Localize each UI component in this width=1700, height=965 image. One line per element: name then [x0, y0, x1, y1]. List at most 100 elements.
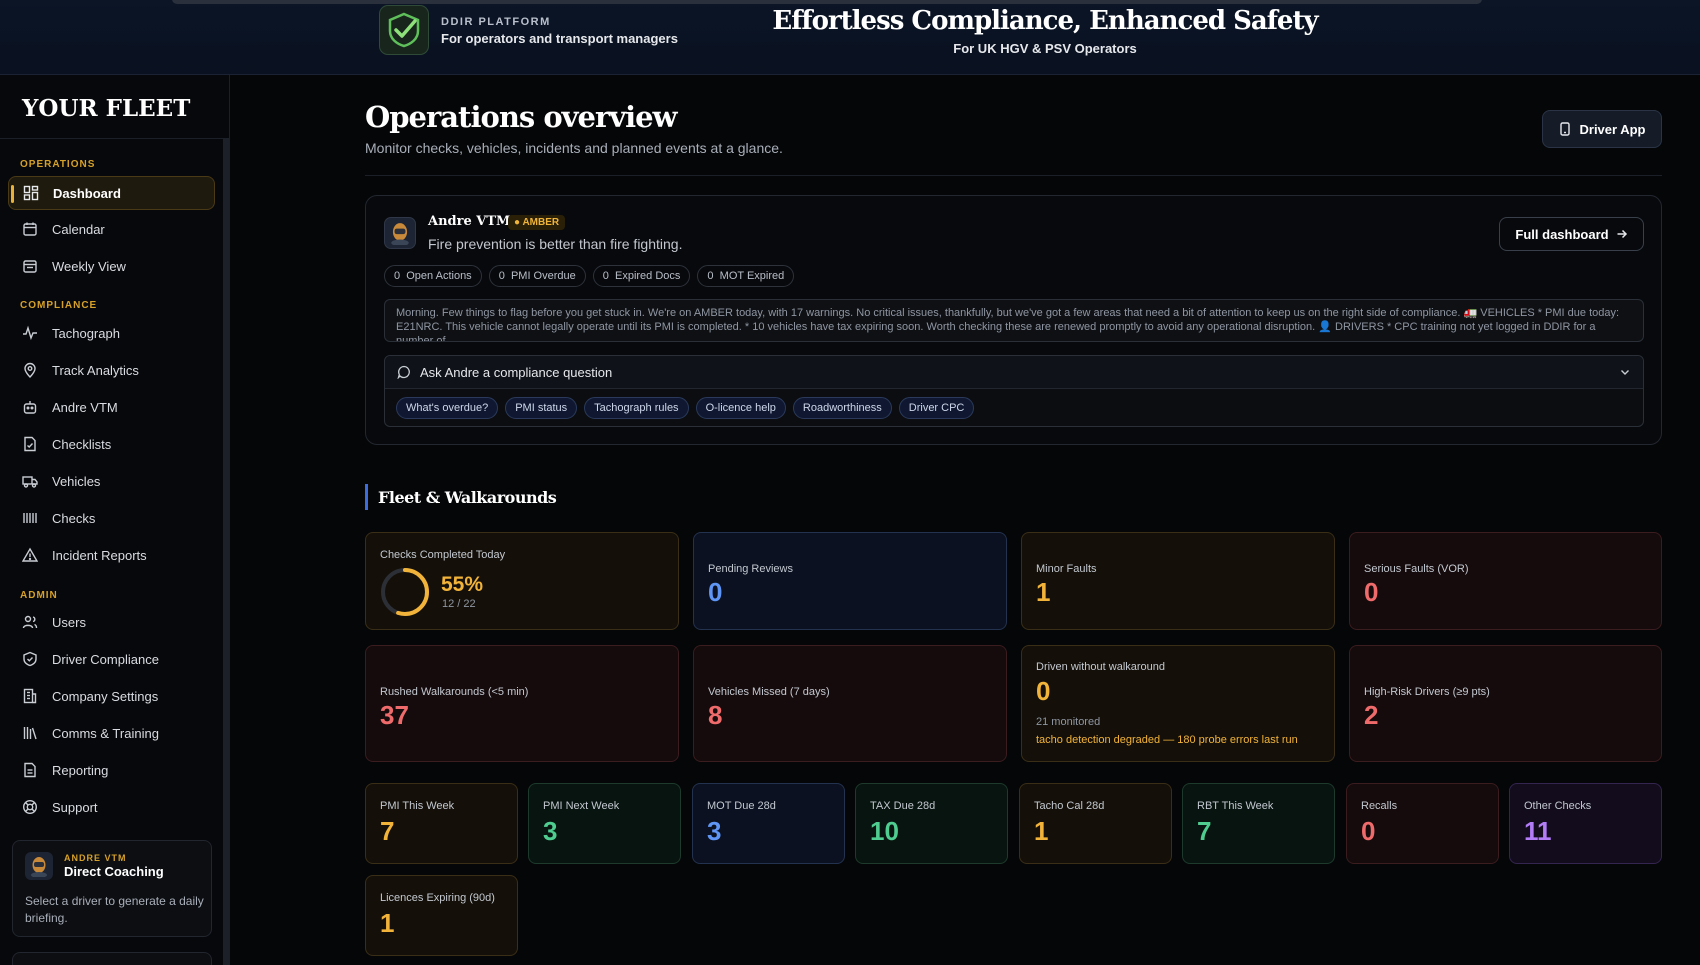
- sidebar-item-tachograph[interactable]: Tachograph: [8, 316, 215, 350]
- sidebar-item-weekly-view[interactable]: Weekly View: [8, 249, 215, 283]
- sidebar-item-company-settings[interactable]: Company Settings: [8, 679, 215, 713]
- section-label-admin: ADMIN: [20, 590, 58, 601]
- card-tax-due[interactable]: TAX Due 28d 10: [855, 783, 1008, 864]
- checks-progress-ring: [381, 568, 429, 616]
- chip-o-licence-help[interactable]: O-licence help: [695, 397, 786, 419]
- andre-avatar-icon: [25, 852, 53, 880]
- brand-kicker: DDIR PLATFORM: [441, 16, 551, 28]
- card-driven-without-walkaround[interactable]: Driven without walkaround 0 21 monitored…: [1021, 645, 1335, 762]
- sidebar-item-track-analytics[interactable]: Track Analytics: [8, 353, 215, 387]
- card-other-checks[interactable]: Other Checks 11: [1509, 783, 1662, 864]
- card-minor-faults[interactable]: Minor Faults 1: [1021, 532, 1335, 630]
- andre-avatar-icon: [384, 217, 416, 249]
- sidebar-item-vehicles[interactable]: Vehicles: [8, 464, 215, 498]
- sidebar-item-label: Company Settings: [52, 688, 159, 704]
- sidebar-item-label: Vehicles: [52, 473, 101, 489]
- chip-roadworthiness[interactable]: Roadworthiness: [792, 397, 892, 419]
- page-title: Operations overview: [365, 100, 678, 134]
- checks-percent: 55%: [441, 573, 484, 596]
- card-pmi-this-week[interactable]: PMI This Week 7: [365, 783, 518, 864]
- chip-driver-cpc[interactable]: Driver CPC: [898, 397, 975, 419]
- sidebar-item-checklists[interactable]: Checklists: [8, 427, 215, 461]
- card-label: PMI This Week: [380, 800, 455, 812]
- sidebar-item-checks[interactable]: Checks: [8, 501, 215, 535]
- sidebar-item-incident-reports[interactable]: Incident Reports: [8, 538, 215, 572]
- sidebar-item-users[interactable]: Users: [8, 605, 215, 639]
- sidebar-item-driver-compliance[interactable]: Driver Compliance: [8, 642, 215, 676]
- card-value: 3: [543, 816, 558, 846]
- stat-count: 0: [707, 270, 714, 282]
- section-label-operations: OPERATIONS: [20, 159, 96, 170]
- card-high-risk-drivers[interactable]: High-Risk Drivers (≥9 pts) 2: [1349, 645, 1662, 762]
- card-value: 1: [1034, 816, 1049, 846]
- chip-tachograph-rules[interactable]: Tachograph rules: [584, 397, 689, 419]
- card-tacho-cal[interactable]: Tacho Cal 28d 1: [1019, 783, 1172, 864]
- sidebar-divider: [0, 138, 229, 139]
- brand-subtitle: For operators and transport managers: [441, 31, 678, 46]
- card-label: Pending Reviews: [708, 563, 793, 575]
- stat-pill-pmi-overdue[interactable]: 0 PMI Overdue: [488, 265, 586, 287]
- arrow-right-icon: [1616, 228, 1628, 240]
- sidebar-item-reporting[interactable]: Reporting: [8, 753, 215, 787]
- stat-pill-open-actions[interactable]: 0 Open Actions: [384, 265, 482, 287]
- ask-andre-toggle[interactable]: Ask Andre a compliance question: [385, 356, 1643, 389]
- stat-label: Expired Docs: [615, 270, 681, 282]
- sidebar-footer[interactable]: [12, 952, 212, 965]
- sidebar-item-calendar[interactable]: Calendar: [8, 212, 215, 246]
- sidebar-item-dashboard[interactable]: Dashboard: [8, 176, 215, 210]
- suggestion-chips: What's overdue? PMI status Tachograph ru…: [396, 397, 975, 419]
- barcode-icon: [22, 510, 38, 526]
- card-licences-expiring[interactable]: Licences Expiring (90d) 1: [365, 875, 518, 956]
- card-value: 0: [1036, 676, 1051, 706]
- card-value: 0: [708, 577, 723, 607]
- shield-check-icon: [22, 651, 38, 667]
- andre-vtm-card: Andre VTM ● AMBER Fire prevention is bet…: [365, 195, 1662, 445]
- stat-pill-expired-docs[interactable]: 0 Expired Docs: [592, 265, 691, 287]
- card-rbt-this-week[interactable]: RBT This Week 7: [1182, 783, 1335, 864]
- card-rushed-walkarounds[interactable]: Rushed Walkarounds (<5 min) 37: [365, 645, 679, 762]
- sidebar-item-label: Checks: [52, 510, 96, 526]
- sidebar-scrollbar[interactable]: [223, 138, 229, 965]
- chat-bubble-icon: [397, 365, 411, 379]
- driver-app-button[interactable]: Driver App: [1542, 110, 1662, 148]
- sidebar-item-andre-vtm[interactable]: Andre VTM: [8, 390, 215, 424]
- card-value: 2: [1364, 700, 1379, 730]
- map-pin-icon: [22, 362, 38, 378]
- card-pmi-next-week[interactable]: PMI Next Week 3: [528, 783, 681, 864]
- card-serious-faults[interactable]: Serious Faults (VOR) 0: [1349, 532, 1662, 630]
- tacho-warning: tacho detection degraded — 180 probe err…: [1036, 734, 1298, 746]
- card-vehicles-missed[interactable]: Vehicles Missed (7 days) 8: [693, 645, 1007, 762]
- sidebar-item-label: Andre VTM: [52, 399, 118, 415]
- card-label: MOT Due 28d: [707, 800, 776, 812]
- andre-name: Andre VTM: [428, 214, 511, 229]
- full-dashboard-button[interactable]: Full dashboard: [1499, 217, 1644, 251]
- stat-pill-mot-expired[interactable]: 0 MOT Expired: [697, 265, 795, 287]
- sidebar-item-support[interactable]: Support: [8, 790, 215, 824]
- stat-label: MOT Expired: [719, 270, 785, 282]
- card-pending-reviews[interactable]: Pending Reviews 0: [693, 532, 1007, 630]
- checklist-icon: [22, 436, 38, 452]
- direct-coaching-card[interactable]: ANDRE VTM Direct Coaching Select a drive…: [12, 840, 212, 937]
- chip-pmi-status[interactable]: PMI status: [505, 397, 578, 419]
- stat-label: PMI Overdue: [510, 270, 576, 282]
- card-checks-completed[interactable]: Checks Completed Today 55% 12 / 22: [365, 532, 679, 630]
- dashboard-icon: [23, 185, 39, 201]
- card-mot-due[interactable]: MOT Due 28d 3: [692, 783, 845, 864]
- chip-whats-overdue[interactable]: What's overdue?: [396, 397, 499, 419]
- hero-title: Effortless Compliance, Enhanced Safety: [772, 6, 1318, 36]
- andre-quote: Fire prevention is better than fire figh…: [428, 236, 683, 252]
- stat-count: 0: [498, 270, 505, 282]
- andre-stat-pills: 0 Open Actions 0 PMI Overdue 0 Expired D…: [384, 265, 795, 287]
- ddir-logo-icon: [379, 5, 429, 55]
- card-label: Minor Faults: [1036, 563, 1097, 575]
- card-label: Recalls: [1361, 800, 1398, 812]
- card-value: 0: [1361, 816, 1376, 846]
- ask-andre-label: Ask Andre a compliance question: [420, 364, 613, 380]
- sidebar-item-label: Driver Compliance: [52, 651, 159, 667]
- card-recalls[interactable]: Recalls 0: [1346, 783, 1499, 864]
- chevron-down-icon: [1619, 366, 1631, 378]
- top-banner: DDIR PLATFORM For operators and transpor…: [0, 0, 1700, 75]
- card-value: 37: [380, 700, 409, 730]
- bot-icon: [22, 399, 38, 415]
- sidebar-item-comms-training[interactable]: Comms & Training: [8, 716, 215, 750]
